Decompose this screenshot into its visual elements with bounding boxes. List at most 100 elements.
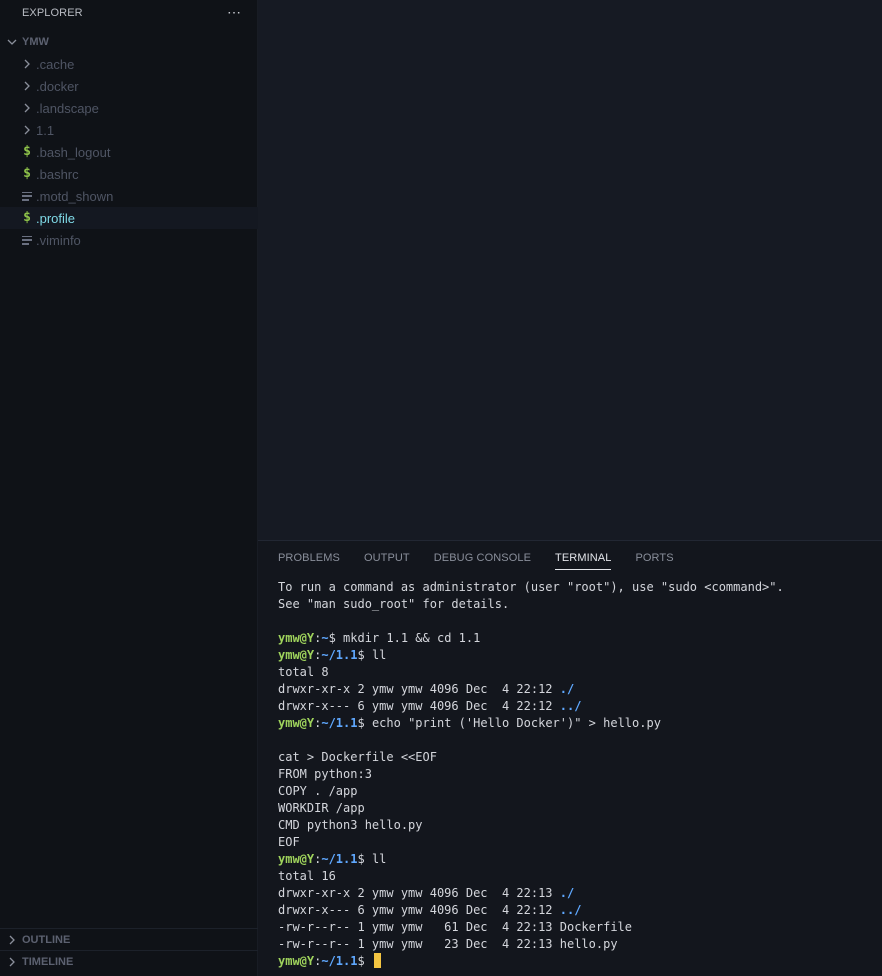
chevron-right-icon <box>9 957 15 966</box>
prompt-path: ~ <box>321 631 329 645</box>
terminal-text: drwxr-xr-x 2 ymw ymw 4096 Dec 4 22:12 <box>278 682 560 696</box>
prompt-symbol: $ <box>357 852 365 866</box>
terminal-line: See "man sudo_root" for details. <box>278 596 878 613</box>
command-text: ll <box>364 852 387 866</box>
explorer-sidebar: EXPLORER ⋯ YMW .cache .docker .landscape 1.… <box>0 0 258 976</box>
tree-item-label: 1.1 <box>36 122 55 138</box>
terminal-text: drwxr-x--- 6 ymw ymw 4096 Dec 4 22:12 <box>278 903 560 917</box>
chevron-right-icon <box>20 57 34 71</box>
root-folder-label: YMW <box>22 36 49 48</box>
terminal-line: To run a command as administrator (user … <box>278 579 878 596</box>
terminal-cursor <box>373 953 381 968</box>
outline-section[interactable]: OUTLINE <box>0 928 258 950</box>
terminal-line: total 8 <box>278 664 878 681</box>
tree-item-label: .viminfo <box>36 232 81 248</box>
terminal-text: -rw-r--r-- 1 ymw ymw 23 Dec 4 22:13 hell… <box>278 937 618 951</box>
chevron-right-icon <box>20 79 34 93</box>
tree-item-label: .profile <box>36 210 76 226</box>
tree-item[interactable]: .viminfo <box>0 229 258 251</box>
outline-label: OUTLINE <box>22 933 71 946</box>
prompt-path: ~/1.1 <box>321 648 358 662</box>
bottom-panel: PROBLEMS OUTPUT DEBUG CONSOLE TERMINAL PORTS… <box>258 540 882 976</box>
shell-icon: $ <box>23 166 31 181</box>
prompt-path: ~/1.1 <box>321 852 358 866</box>
more-actions-icon[interactable]: ⋯ <box>226 4 242 20</box>
directory-name: ../ <box>559 903 582 917</box>
terminal-line: drwxr-xr-x 2 ymw ymw 4096 Dec 4 22:13 ./ <box>278 885 878 902</box>
prompt-path: ~/1.1 <box>321 716 358 730</box>
prompt-symbol: $ <box>357 648 365 662</box>
terminal-line: CMD python3 hello.py <box>278 817 878 834</box>
terminal-line: COPY . /app <box>278 783 878 800</box>
editor-area[interactable] <box>258 0 882 540</box>
tree-item[interactable]: .cache <box>0 53 258 75</box>
directory-name: ./ <box>559 682 575 696</box>
prompt-symbol: $ <box>357 954 365 968</box>
terminal-line: ymw@Y:~/1.1$ <box>278 953 878 970</box>
command-text <box>365 954 372 968</box>
tree-item-label: .landscape <box>36 100 99 116</box>
tree-item[interactable]: $ .profile <box>0 207 258 229</box>
root-folder-ymw[interactable]: YMW <box>0 31 258 53</box>
tree-item-label: .motd_shown <box>36 188 114 204</box>
terminal-line: FROM python:3 <box>278 766 878 783</box>
text-file-icon <box>20 233 34 247</box>
tree-item[interactable]: .landscape <box>0 97 258 119</box>
tree-item[interactable]: .motd_shown <box>0 185 258 207</box>
terminal-line: WORKDIR /app <box>278 800 878 817</box>
shell-icon: $ <box>23 144 31 159</box>
prompt-user: ymw@Y <box>278 954 315 968</box>
timeline-section[interactable]: TIMELINE <box>0 950 258 972</box>
chevron-right-icon <box>20 101 34 115</box>
directory-name: ../ <box>559 699 582 713</box>
text-file-icon <box>20 189 34 203</box>
tree-item[interactable]: 1.1 <box>0 119 258 141</box>
terminal-line: drwxr-xr-x 2 ymw ymw 4096 Dec 4 22:12 ./ <box>278 681 878 698</box>
prompt-user: ymw@Y <box>278 648 315 662</box>
terminal-line: drwxr-x--- 6 ymw ymw 4096 Dec 4 22:12 ..… <box>278 698 878 715</box>
terminal-line: total 16 <box>278 868 878 885</box>
chevron-right-icon <box>9 935 15 944</box>
prompt-user: ymw@Y <box>278 852 315 866</box>
prompt-path: ~/1.1 <box>321 954 358 968</box>
file-tree: .cache .docker .landscape 1.1 $ .bash_logout $… <box>0 53 258 251</box>
timeline-label: TIMELINE <box>22 955 74 968</box>
tab-output[interactable]: OUTPUT <box>364 550 410 570</box>
terminal-line: ymw@Y:~/1.1$ echo "print ('Hello Docker'… <box>278 715 878 732</box>
terminal-output[interactable]: To run a command as administrator (user … <box>278 579 878 970</box>
prompt-user: ymw@Y <box>278 631 315 645</box>
shell-icon: $ <box>23 210 31 225</box>
tab-problems[interactable]: PROBLEMS <box>278 550 340 570</box>
terminal-text: FROM python:3 <box>278 767 372 781</box>
prompt-symbol: $ <box>328 631 336 645</box>
terminal-text: EOF <box>278 835 300 849</box>
tab-terminal[interactable]: TERMINAL <box>555 550 612 570</box>
terminal-text: cat > Dockerfile <<EOF <box>278 750 437 764</box>
tab-debug-console[interactable]: DEBUG CONSOLE <box>434 550 531 570</box>
terminal-line: EOF <box>278 834 878 851</box>
terminal-text: COPY . /app <box>278 784 358 798</box>
explorer-title: EXPLORER <box>22 7 83 19</box>
terminal-line: ymw@Y:~/1.1$ ll <box>278 851 878 868</box>
terminal-text: total 8 <box>278 665 329 679</box>
vscode-window: EXPLORER ⋯ YMW .cache .docker .landscape 1.… <box>0 0 882 976</box>
tree-item[interactable]: .docker <box>0 75 258 97</box>
terminal-line: -rw-r--r-- 1 ymw ymw 61 Dec 4 22:13 Dock… <box>278 919 878 936</box>
terminal-text: WORKDIR /app <box>278 801 365 815</box>
tree-item-label: .cache <box>36 56 75 72</box>
prompt-symbol: $ <box>357 716 365 730</box>
tree-item[interactable]: $ .bash_logout <box>0 141 258 163</box>
terminal-line: -rw-r--r-- 1 ymw ymw 23 Dec 4 22:13 hell… <box>278 936 878 953</box>
tree-item[interactable]: $ .bashrc <box>0 163 258 185</box>
tree-item-label: .bash_logout <box>36 144 111 160</box>
terminal-line: drwxr-x--- 6 ymw ymw 4096 Dec 4 22:12 ..… <box>278 902 878 919</box>
prompt-user: ymw@Y <box>278 716 315 730</box>
tab-ports[interactable]: PORTS <box>635 550 673 570</box>
terminal-text: drwxr-x--- 6 ymw ymw 4096 Dec 4 22:12 <box>278 699 560 713</box>
terminal-line: ymw@Y:~$ mkdir 1.1 && cd 1.1 <box>278 630 878 647</box>
command-text: mkdir 1.1 && cd 1.1 <box>335 631 481 645</box>
panel-tabs: PROBLEMS OUTPUT DEBUG CONSOLE TERMINAL PORTS <box>278 550 698 570</box>
chevron-down-icon <box>7 39 17 45</box>
